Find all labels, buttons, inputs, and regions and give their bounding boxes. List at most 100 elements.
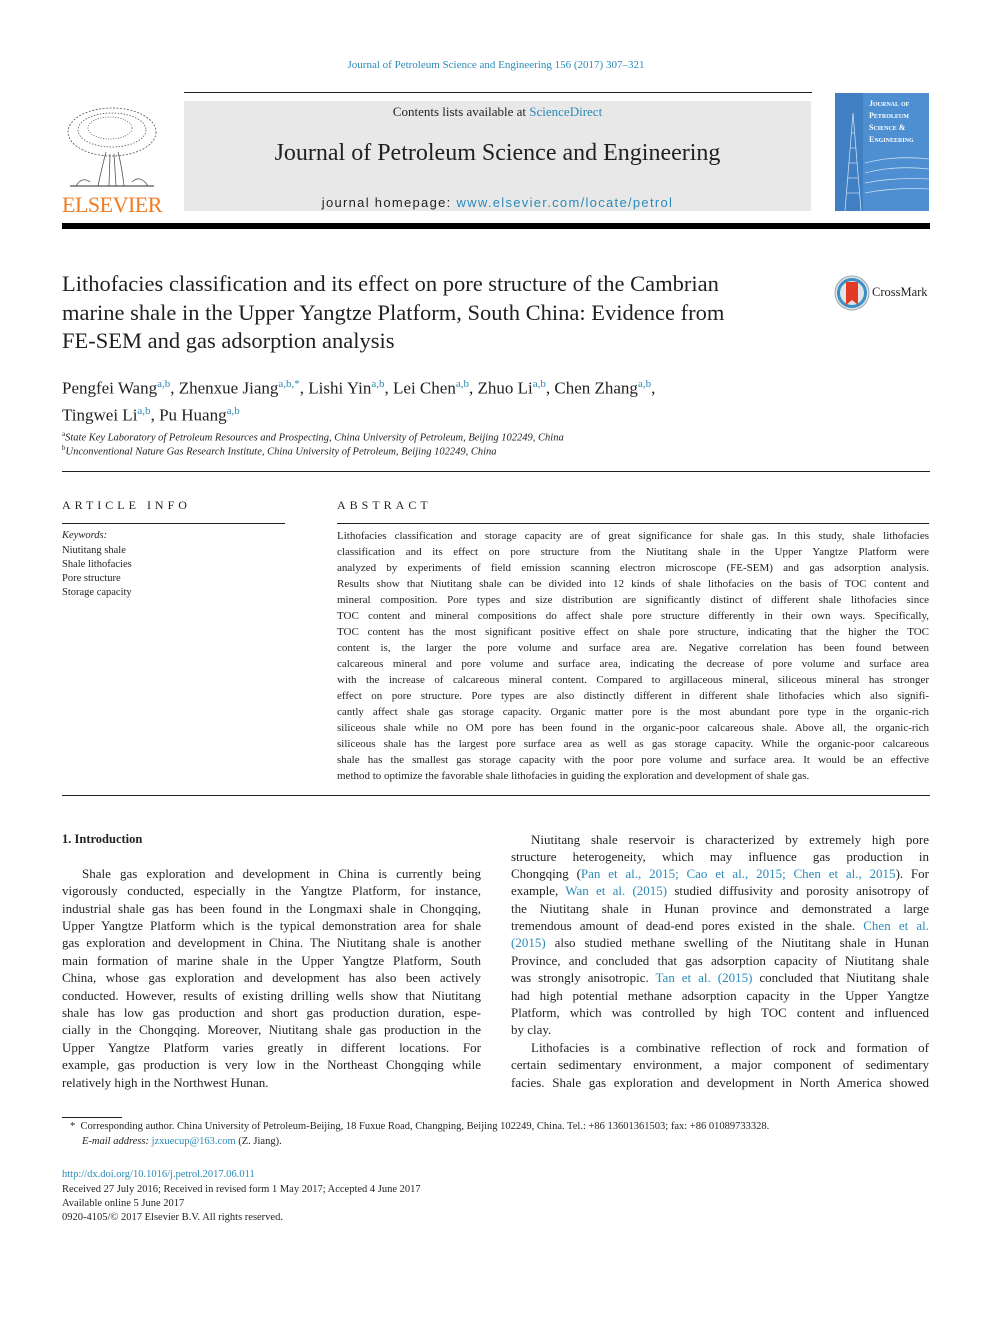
author-affil-mark[interactable]: a,b bbox=[533, 378, 546, 390]
keywords-label: Keywords: bbox=[62, 530, 108, 541]
author-affil-mark[interactable]: a,b bbox=[227, 405, 240, 417]
body-line: Niutitang shale reservoir is characteriz… bbox=[531, 832, 929, 847]
author-name[interactable]: Zhenxue Jiang bbox=[179, 379, 279, 398]
journal-homepage-line: journal homepage: www.elsevier.com/locat… bbox=[184, 195, 811, 210]
affiliation-a: aState Key Laboratory of Petroleum Resou… bbox=[62, 430, 564, 444]
author-affil-mark[interactable]: a,b bbox=[157, 378, 170, 390]
body-line: cially in the Chongqing. Moreover, Niuti… bbox=[62, 1022, 481, 1037]
abstract-line: content is, the larger the pore volume a… bbox=[337, 642, 929, 654]
elsevier-wordmark[interactable]: ELSEVIER bbox=[62, 192, 162, 218]
body-line: (2015) also studied methane swelling of … bbox=[511, 935, 929, 950]
author-affil-mark[interactable]: a,b,* bbox=[278, 378, 299, 390]
abstract-line: method to optimize the favorable shale l… bbox=[337, 770, 810, 782]
citation-link[interactable]: Tan et al. (2015) bbox=[656, 970, 753, 985]
author-name[interactable]: Zhuo Li bbox=[477, 379, 532, 398]
body-line: industrial shale gas has been found in t… bbox=[62, 901, 481, 916]
author-name[interactable]: Lei Chen bbox=[393, 379, 456, 398]
abstract-line: calcareous mineral and pore volume and s… bbox=[337, 658, 929, 670]
available-online: Available online 5 June 2017 bbox=[62, 1198, 185, 1209]
journal-cover-thumbnail[interactable]: Journal of Petroleum Science & Engineeri… bbox=[835, 93, 929, 211]
email-link[interactable]: jzxuecup@163.com bbox=[152, 1136, 236, 1147]
abstract-line: TOC content and mineral compositions do … bbox=[337, 610, 929, 622]
abstract-line: analyzed by experiments of field emissio… bbox=[337, 562, 929, 574]
abstract-line: siliceous shale has the largest pore sur… bbox=[337, 738, 929, 750]
homepage-label: journal homepage: bbox=[321, 195, 457, 210]
keyword: Shale lithofacies bbox=[62, 559, 132, 570]
body-line: was strongly anisotropic. Tan et al. (20… bbox=[511, 970, 930, 985]
copyright-line: 0920-4105/© 2017 Elsevier B.V. All right… bbox=[62, 1212, 283, 1223]
abstract-line: TOC content has the most significant pos… bbox=[337, 626, 929, 638]
running-head[interactable]: Journal of Petroleum Science and Enginee… bbox=[0, 59, 992, 71]
author-name[interactable]: Pengfei Wang bbox=[62, 379, 157, 398]
abstract-line: mineral composition. Pore types and size… bbox=[337, 594, 929, 606]
abstract-line: shale has the smallest gas storage capac… bbox=[337, 754, 929, 766]
divider bbox=[62, 523, 285, 524]
email-note: E-mail address: jzxuecup@163.com (Z. Jia… bbox=[82, 1136, 282, 1147]
author-affil-mark[interactable]: a,b bbox=[371, 378, 384, 390]
title-line: marine shale in the Upper Yangtze Platfo… bbox=[62, 299, 725, 325]
body-line: Shale gas exploration and development in… bbox=[82, 866, 481, 881]
citation-link[interactable]: Wan et al. (2015) bbox=[565, 883, 667, 898]
corresponding-author-note: * Corresponding author. China University… bbox=[70, 1121, 770, 1132]
citation-link[interactable]: (2015) bbox=[511, 935, 546, 950]
body-line: Upper Yangtze Platform varies greatly in… bbox=[62, 1040, 481, 1055]
body-line: China, whose gas exploration and develop… bbox=[62, 970, 481, 985]
body-line: vigorously conducted, especially in the … bbox=[62, 883, 481, 898]
citation-link[interactable]: Chen et al. bbox=[863, 918, 929, 933]
crossmark-label[interactable]: CrossMark bbox=[872, 285, 928, 300]
abstract-line: Results show that Niutitang shale can be… bbox=[337, 578, 929, 590]
contents-prefix: Contents lists available at bbox=[392, 104, 530, 119]
keyword: Storage capacity bbox=[62, 587, 132, 598]
abstract-line: with the increase of calcareous mineral … bbox=[337, 674, 929, 686]
abstract-heading: ABSTRACT bbox=[337, 498, 432, 512]
doi-link[interactable]: http://dx.doi.org/10.1016/j.petrol.2017.… bbox=[62, 1169, 930, 1180]
title-line: FE-SEM and gas adsorption analysis bbox=[62, 328, 395, 353]
body-line: the Niutitang shale in Hunan province an… bbox=[511, 901, 929, 916]
footnote-rule bbox=[62, 1117, 122, 1118]
divider bbox=[62, 795, 930, 796]
author-affil-mark[interactable]: a,b bbox=[638, 378, 651, 390]
author-affil-mark[interactable]: a,b bbox=[137, 405, 150, 417]
body-line: had high potential methane adsorption ca… bbox=[511, 988, 929, 1003]
abstract-line: effect on pore structure. Pore types are… bbox=[337, 690, 929, 702]
divider bbox=[337, 523, 929, 524]
body-line: Province, and concluded that gas adsorpt… bbox=[511, 953, 929, 968]
body-line: Upper Yangtze Platform which is the typi… bbox=[62, 918, 481, 933]
body-line: relatively high in the Northwest Hunan. bbox=[62, 1075, 269, 1090]
keyword: Pore structure bbox=[62, 573, 121, 584]
section-heading-introduction: 1. Introduction bbox=[62, 832, 143, 846]
citation-link[interactable]: Pan et al., 2015; Cao et al., 2015; Chen… bbox=[581, 866, 896, 881]
affiliation-b: bUnconventional Nature Gas Research Inst… bbox=[62, 444, 497, 458]
author-affil-mark[interactable]: a,b bbox=[456, 378, 469, 390]
journal-title: Journal of Petroleum Science and Enginee… bbox=[274, 140, 721, 166]
divider bbox=[62, 471, 930, 472]
body-line: Lithofacies is a combinative reflection … bbox=[531, 1040, 929, 1055]
body-line: certain sedimentary environment, a major… bbox=[511, 1057, 929, 1072]
article-info-heading: ARTICLE INFO bbox=[62, 498, 191, 512]
body-line: example, gas production is very low in t… bbox=[62, 1057, 481, 1072]
keyword: Niutitang shale bbox=[62, 545, 126, 556]
body-line: facies. Shale gas exploration and develo… bbox=[511, 1075, 929, 1090]
header-top-rule bbox=[184, 92, 812, 93]
author-name[interactable]: Lishi Yin bbox=[308, 379, 371, 398]
author-name[interactable]: Pu Huang bbox=[159, 405, 227, 424]
body-line: main formation of marine shale in the Up… bbox=[62, 953, 481, 968]
homepage-link[interactable]: www.elsevier.com/locate/petrol bbox=[456, 195, 673, 210]
body-line: structure heterogeneity, which may influ… bbox=[511, 849, 929, 864]
body-line: Platform, which was controlled by high T… bbox=[511, 1005, 929, 1020]
abstract-line: classification and its effect on pore st… bbox=[337, 546, 929, 558]
article-title: Lithofacies classification and its effec… bbox=[62, 270, 822, 356]
author-name[interactable]: Chen Zhang bbox=[554, 379, 638, 398]
corresponding-mark: * bbox=[70, 1121, 76, 1132]
abstract-line: Lithofacies classification and storage c… bbox=[337, 530, 929, 542]
body-line: example, Wan et al. (2015) studied diffu… bbox=[511, 883, 929, 898]
crossmark-icon bbox=[834, 275, 870, 311]
body-line: gas exploration and development in China… bbox=[62, 935, 481, 950]
sciencedirect-link[interactable]: ScienceDirect bbox=[529, 104, 602, 119]
body-line: Chongqing (Pan et al., 2015; Cao et al.,… bbox=[511, 866, 929, 881]
author-name[interactable]: Tingwei Li bbox=[62, 405, 137, 424]
body-line: shale has low gas production and short g… bbox=[62, 1005, 481, 1020]
contents-available-line: Contents lists available at ScienceDirec… bbox=[184, 104, 811, 120]
header-thick-rule bbox=[62, 223, 930, 229]
received-dates: Received 27 July 2016; Received in revis… bbox=[62, 1184, 421, 1195]
